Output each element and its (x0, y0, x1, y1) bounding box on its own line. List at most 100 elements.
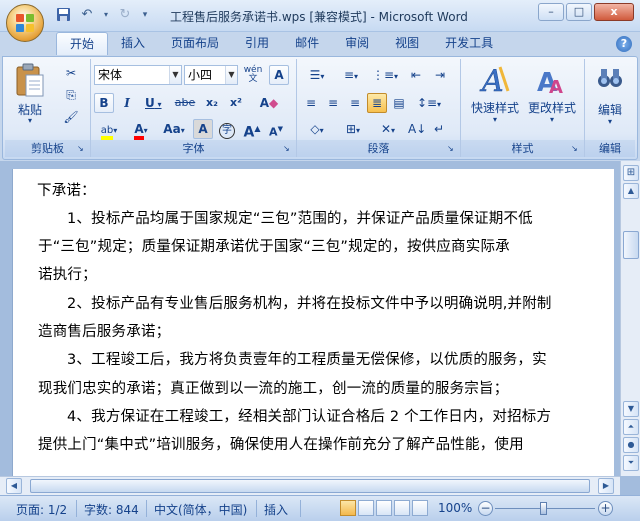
line-spacing-icon[interactable]: ↕≡▾ (413, 93, 445, 113)
web-layout-view-icon[interactable] (376, 500, 392, 516)
chevron-down-icon: ▾ (607, 117, 612, 126)
zoom-slider-knob[interactable] (540, 502, 547, 515)
full-screen-reading-view-icon[interactable] (358, 500, 374, 516)
styles-launcher-icon[interactable]: ↘ (571, 144, 581, 154)
tab-references[interactable]: 引用 (232, 32, 282, 55)
clear-formatting-button[interactable]: A◆ (251, 93, 287, 113)
multilevel-list-icon[interactable]: ⋮≡▾ (369, 65, 401, 85)
shrink-font-button[interactable]: A▼ (265, 119, 287, 139)
scroll-right-icon[interactable]: ▶ (598, 478, 614, 494)
print-layout-view-icon[interactable] (340, 500, 356, 516)
draft-view-icon[interactable] (412, 500, 428, 516)
vertical-scroll-thumb[interactable] (623, 231, 639, 259)
chevron-down-icon[interactable]: ▼ (225, 66, 237, 84)
paragraph-launcher-icon[interactable]: ↘ (447, 144, 457, 154)
office-button[interactable] (6, 4, 44, 42)
zoom-in-icon[interactable]: + (598, 501, 613, 516)
doc-line: 1、投标产品均属于国家规定“三包”范围的，并保证产品质量保证期不低 (67, 211, 533, 227)
previous-page-icon[interactable]: ⏶ (623, 419, 639, 435)
save-icon[interactable] (54, 7, 72, 23)
editing-button[interactable]: 编辑 ▾ (588, 63, 632, 133)
paste-button[interactable]: 粘贴 ▾ (11, 63, 49, 125)
change-styles-label: 更改样式 (527, 101, 576, 115)
tab-view[interactable]: 视图 (382, 32, 432, 55)
phonetic-guide-button[interactable]: wén 文 (241, 65, 265, 85)
cut-icon[interactable]: ✂ (61, 63, 81, 83)
horizontal-scrollbar[interactable]: ◀ ▶ (0, 476, 620, 495)
change-styles-button[interactable]: A A 更改样式 ▾ (523, 63, 581, 133)
font-color-button[interactable]: A▾ (127, 119, 155, 140)
change-case-button[interactable]: Aa▾ (159, 119, 189, 139)
scroll-down-icon[interactable]: ▼ (623, 401, 639, 417)
scroll-up-icon[interactable]: ▲ (623, 183, 639, 199)
align-right-icon[interactable]: ≡ (345, 93, 365, 113)
increase-indent-icon[interactable]: ⇥ (429, 65, 451, 85)
align-left-icon[interactable]: ≡ (301, 93, 321, 113)
clipboard-launcher-icon[interactable]: ↘ (77, 144, 87, 154)
highlight-button[interactable]: ab▾ (94, 119, 124, 140)
chevron-down-icon[interactable]: ▼ (169, 66, 181, 84)
binoculars-icon (598, 69, 622, 87)
underline-button[interactable]: U ▾ (140, 93, 168, 113)
chevron-down-icon: ▾ (143, 126, 148, 135)
chinese-layout-icon[interactable]: ✕▾ (373, 119, 403, 139)
ruler-toggle-icon[interactable]: ⊞ (623, 165, 639, 181)
status-divider (256, 500, 257, 517)
styles-group: A 快速样式 ▾ A A 更改样式 ▾ 样式 ↘ (461, 59, 585, 157)
decrease-indent-icon[interactable]: ⇤ (405, 65, 427, 85)
bold-button[interactable]: B (94, 93, 114, 113)
char-border-button[interactable]: A (269, 65, 289, 85)
font-name-combo[interactable]: 宋体 ▼ (94, 65, 182, 85)
distributed-icon[interactable]: ▤ (389, 93, 409, 113)
maximize-button[interactable]: □ (566, 3, 592, 21)
horizontal-scroll-thumb[interactable] (30, 479, 590, 493)
enclose-characters-button[interactable]: 字 (217, 119, 237, 139)
redo-icon[interactable]: ↻ (116, 7, 134, 23)
close-button[interactable]: x (594, 3, 634, 21)
strikethrough-button[interactable]: abe (171, 93, 199, 113)
show-marks-icon[interactable]: ↵ (429, 119, 449, 139)
superscript-button[interactable]: x² (225, 93, 247, 113)
svg-text:A: A (549, 77, 563, 97)
zoom-level[interactable]: 100% (438, 501, 472, 515)
page-count[interactable]: 页面: 1/2 (16, 501, 67, 518)
quick-styles-button[interactable]: A 快速样式 ▾ (467, 63, 523, 133)
select-browse-object-icon[interactable]: ● (623, 437, 639, 453)
shading-icon[interactable]: ◇▾ (301, 119, 333, 139)
tab-developer[interactable]: 开发工具 (432, 32, 506, 55)
grow-font-button[interactable]: A▲ (241, 119, 263, 141)
next-page-icon[interactable]: ⏷ (623, 455, 639, 471)
format-painter-icon[interactable]: 🖌 (61, 107, 81, 127)
tab-home[interactable]: 开始 (56, 32, 109, 55)
tab-page-layout[interactable]: 页面布局 (158, 32, 232, 55)
word-count[interactable]: 字数: 844 (84, 501, 139, 518)
insert-mode[interactable]: 插入 (264, 501, 288, 518)
char-shading-button[interactable]: A (193, 119, 213, 139)
numbering-icon[interactable]: ≡▾ (335, 65, 367, 85)
tab-insert[interactable]: 插入 (108, 32, 158, 55)
minimize-button[interactable]: – (538, 3, 564, 21)
zoom-out-icon[interactable]: − (478, 501, 493, 516)
justify-icon[interactable]: ≣ (367, 93, 387, 113)
tab-review[interactable]: 审阅 (332, 32, 382, 55)
undo-dropdown-icon[interactable]: ▾ (102, 7, 110, 23)
outline-view-icon[interactable] (394, 500, 410, 516)
subscript-button[interactable]: x₂ (201, 93, 223, 113)
font-size-combo[interactable]: 小四 ▼ (184, 65, 238, 85)
help-icon[interactable]: ? (616, 36, 632, 52)
document-page[interactable]: 下承诺： 1、投标产品均属于国家规定“三包”范围的，并保证产品质量保证期不低 于… (12, 169, 614, 495)
font-launcher-icon[interactable]: ↘ (283, 144, 293, 154)
customize-qat-icon[interactable]: ▾ (140, 7, 150, 23)
align-center-icon[interactable]: ≡ (323, 93, 343, 113)
language-indicator[interactable]: 中文(简体，中国) (154, 501, 247, 518)
copy-icon[interactable]: ⎘ (61, 85, 81, 105)
italic-button[interactable]: I (117, 93, 137, 113)
borders-icon[interactable]: ⊞▾ (337, 119, 369, 139)
bullets-icon[interactable]: ☰▾ (301, 65, 333, 85)
undo-icon[interactable]: ↶ (78, 7, 96, 23)
sort-icon[interactable]: A↓ (407, 119, 427, 139)
scroll-left-icon[interactable]: ◀ (6, 478, 22, 494)
vertical-scrollbar[interactable]: ⊞ ▲ ▼ ⏶ ● ⏷ (620, 161, 640, 476)
status-divider (300, 500, 301, 517)
tab-mailings[interactable]: 邮件 (282, 32, 332, 55)
